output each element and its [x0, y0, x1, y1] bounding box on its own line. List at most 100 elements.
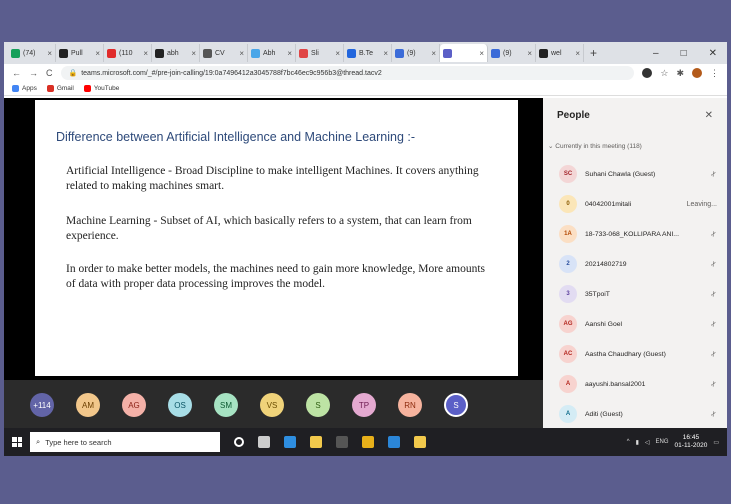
- participant-row[interactable]: 3 35TpoiT ✂: [543, 282, 727, 306]
- participant-name: 20214802719: [585, 260, 627, 268]
- participant-row[interactable]: 0 04042001mitali Leaving...: [543, 192, 727, 216]
- tab-close-icon[interactable]: ×: [287, 49, 292, 58]
- participant-row[interactable]: 2 20214802719 ✂: [543, 252, 727, 276]
- edge-icon[interactable]: [284, 436, 296, 448]
- tab-close-icon[interactable]: ×: [239, 49, 244, 58]
- browser-tab[interactable]: (110 ×: [104, 44, 152, 62]
- tray-participant-avatar[interactable]: S: [444, 393, 468, 417]
- participant-row[interactable]: Aaayushi.bansal2001 ✂: [543, 372, 727, 396]
- clock[interactable]: 16:45 01-11-2020: [675, 434, 708, 450]
- reload-icon[interactable]: C: [46, 68, 53, 78]
- browser-tab[interactable]: CV ×: [200, 44, 248, 62]
- search-placeholder: Type here to search: [45, 437, 112, 447]
- participant-row[interactable]: AC Aastha Chaudhary (Guest) ✂: [543, 342, 727, 366]
- browser-tab[interactable]: Pull ×: [56, 44, 104, 62]
- browser-tab[interactable]: (9) ×: [392, 44, 440, 62]
- tab-label: Pull: [71, 49, 83, 57]
- bookmark-item[interactable]: Apps: [12, 85, 37, 92]
- meeting-participants-section[interactable]: ⌄ Currently in this meeting (118): [548, 142, 642, 150]
- tab-favicon-icon: [155, 48, 164, 58]
- participant-name: Aanshi Goel: [585, 320, 623, 328]
- task-view-icon[interactable]: [258, 436, 270, 448]
- tab-close-icon[interactable]: ×: [95, 49, 100, 58]
- profile-avatar[interactable]: [692, 68, 702, 78]
- bookmark-icon: [46, 85, 54, 92]
- minimize-button[interactable]: –: [653, 48, 659, 59]
- tab-close-icon[interactable]: ×: [143, 49, 148, 58]
- tab-close-icon[interactable]: ×: [191, 49, 196, 58]
- tab-close-icon[interactable]: ×: [575, 49, 580, 58]
- volume-icon[interactable]: ◁: [645, 439, 650, 446]
- tab-close-icon[interactable]: ×: [431, 49, 436, 58]
- browser-tab[interactable]: abh ×: [152, 44, 200, 62]
- tray-participant-avatar[interactable]: RN: [398, 393, 422, 417]
- tray-participant-avatar[interactable]: AG: [122, 393, 146, 417]
- bookmark-icon: [12, 85, 19, 92]
- store-icon[interactable]: [414, 436, 426, 448]
- forward-icon[interactable]: →: [29, 68, 38, 78]
- extension-icon[interactable]: [642, 68, 653, 78]
- browser-tab[interactable]: B.Te ×: [344, 44, 392, 62]
- tray-participant-avatar[interactable]: TP: [352, 393, 376, 417]
- cortana-icon[interactable]: [234, 437, 244, 447]
- start-button[interactable]: [4, 437, 30, 447]
- url-field[interactable]: 🔒 teams.microsoft.com/_#/pre-join-callin…: [60, 66, 635, 80]
- close-window-button[interactable]: ✕: [709, 48, 717, 59]
- menu-icon[interactable]: ⋮: [710, 68, 719, 79]
- tray-participant-avatar[interactable]: VS: [260, 393, 284, 417]
- chevron-up-icon[interactable]: ^: [627, 439, 630, 445]
- participant-name: 35TpoiT: [585, 290, 610, 298]
- tray-participant-avatar[interactable]: S: [306, 393, 330, 417]
- participant-name: 04042001mitali: [585, 200, 632, 208]
- tray-participant-avatar[interactable]: OS: [168, 393, 192, 417]
- bookmark-icon: [83, 85, 91, 92]
- tray-participant-avatar[interactable]: SM: [214, 393, 238, 417]
- tab-label: Sli: [311, 49, 319, 57]
- browser-tab-bar: (74) × Pull × (110 × abh × CV × Abh × Sli × B.Te × (9) × ×…: [4, 42, 727, 64]
- tab-close-icon[interactable]: ×: [527, 49, 532, 58]
- tab-label: wel: [551, 49, 562, 57]
- slide-title: Difference between Artificial Intelligen…: [56, 130, 416, 144]
- slide-paragraph-ml: Machine Learning - Subset of AI, which b…: [66, 215, 472, 242]
- puzzle-icon[interactable]: ✱: [676, 68, 684, 79]
- tab-label: abh: [167, 49, 179, 57]
- browser-tab[interactable]: Sli ×: [296, 44, 344, 62]
- bookmark-star-icon[interactable]: ☆: [660, 68, 668, 79]
- participant-row[interactable]: A Aditi (Guest) ✂: [543, 402, 727, 426]
- bookmark-item[interactable]: Gmail: [46, 85, 74, 92]
- participant-avatar: AG: [559, 315, 577, 333]
- maximize-button[interactable]: □: [681, 48, 687, 59]
- tab-close-icon[interactable]: ×: [335, 49, 340, 58]
- participant-row[interactable]: 1A 18-733-068_KOLLIPARA ANI... ✂: [543, 222, 727, 246]
- network-icon[interactable]: ▮: [636, 439, 639, 446]
- terminal-icon[interactable]: [336, 436, 348, 448]
- browser-tab[interactable]: wel ×: [536, 44, 584, 62]
- participant-row[interactable]: SC Suhani Chawla (Guest) ✂: [543, 162, 727, 186]
- tab-favicon-icon: [539, 48, 548, 58]
- tab-close-icon[interactable]: ×: [47, 49, 52, 58]
- language-indicator[interactable]: ENG: [656, 439, 669, 445]
- file-explorer-icon[interactable]: [310, 436, 322, 448]
- browser-tab[interactable]: (74) ×: [8, 44, 56, 62]
- back-icon[interactable]: ←: [12, 68, 21, 78]
- chrome-icon[interactable]: [362, 436, 374, 448]
- tab-label: CV: [215, 49, 225, 57]
- tab-label: B.Te: [359, 49, 374, 57]
- browser-tab[interactable]: (9) ×: [488, 44, 536, 62]
- bookmark-item[interactable]: YouTube: [83, 85, 119, 92]
- tray-participant-avatar[interactable]: AM: [76, 393, 100, 417]
- more-participants-badge[interactable]: +114: [30, 393, 54, 417]
- mic-muted-icon: ✂: [709, 379, 719, 389]
- tab-close-icon[interactable]: ×: [383, 49, 388, 58]
- new-tab-button[interactable]: +: [590, 46, 597, 60]
- browser-tab[interactable]: ×: [440, 44, 488, 62]
- vscode-icon[interactable]: [388, 436, 400, 448]
- browser-tab[interactable]: Abh ×: [248, 44, 296, 62]
- taskbar-search[interactable]: ⌕ Type here to search: [30, 432, 220, 452]
- notification-icon[interactable]: ▭: [713, 439, 719, 446]
- shared-screen-stage: Difference between Artificial Intelligen…: [4, 98, 543, 380]
- lock-icon: 🔒: [68, 70, 78, 77]
- participant-row[interactable]: AG Aanshi Goel ✂: [543, 312, 727, 336]
- tab-close-icon[interactable]: ×: [479, 49, 484, 58]
- close-icon[interactable]: ✕: [705, 110, 713, 121]
